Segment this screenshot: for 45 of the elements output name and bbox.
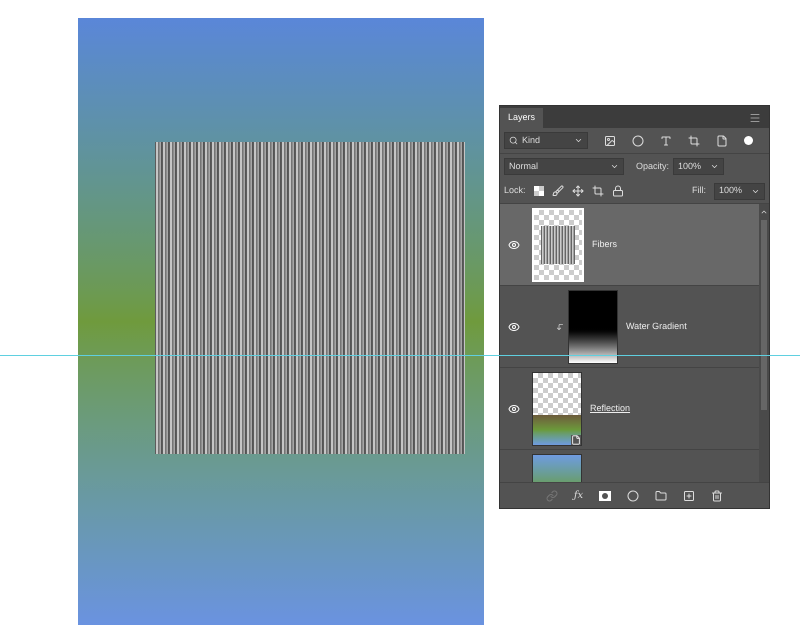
folder-icon[interactable] [655,490,668,502]
shape-filter-icon[interactable] [688,134,700,146]
layer-row[interactable]: Fibers [500,204,759,286]
blend-mode-value: Normal [509,160,540,173]
lock-transparency-icon[interactable] [534,186,544,196]
clipping-arrow-icon [556,322,564,330]
layer-name[interactable]: Water Gradient [626,320,687,334]
type-filter-icon[interactable] [660,134,672,146]
layers-tab[interactable]: Layers [500,108,544,128]
fill-field[interactable]: 100% [714,182,765,200]
artboard-icon[interactable] [592,185,604,197]
mask-icon[interactable] [599,490,612,500]
layer-name[interactable]: Fibers [592,238,618,252]
caret-icon [610,162,619,171]
photo-placeholder [533,414,581,444]
smart-object-icon [571,434,581,444]
layer-name[interactable]: Reflection [590,402,630,416]
fill-label: Fill: [692,184,706,198]
adjustment-icon[interactable] [627,490,640,502]
scrollbar[interactable] [759,204,769,482]
scroll-up-icon[interactable] [760,208,768,216]
lock-label: Lock: [504,184,526,198]
caret-icon [574,136,583,145]
opacity-label: Opacity: [636,160,670,173]
panel-menu-icon[interactable] [749,112,761,124]
eye-icon[interactable] [508,402,520,414]
lock-icon[interactable] [612,185,624,197]
image-filter-icon[interactable] [604,134,616,146]
fx-icon[interactable]: ƒx [574,488,584,503]
transparency-grid [533,372,581,414]
filter-toggle-icon[interactable] [744,136,753,145]
filter-value: Kind [522,134,542,147]
eye-icon[interactable] [508,320,520,332]
move-icon[interactable] [572,185,584,197]
blend-mode-dropdown[interactable]: Normal [504,158,624,175]
search-icon [509,136,518,145]
caret-icon [710,162,720,171]
smart-object-filter-icon[interactable] [716,134,728,146]
eye-icon[interactable] [508,238,520,250]
filter-dropdown[interactable]: Kind [504,132,588,149]
trash-icon[interactable] [711,490,724,502]
brush-icon[interactable] [552,185,564,197]
new-layer-icon[interactable] [683,490,696,502]
opacity-field[interactable]: 100% [673,158,724,175]
adjustment-filter-icon[interactable] [632,134,644,146]
